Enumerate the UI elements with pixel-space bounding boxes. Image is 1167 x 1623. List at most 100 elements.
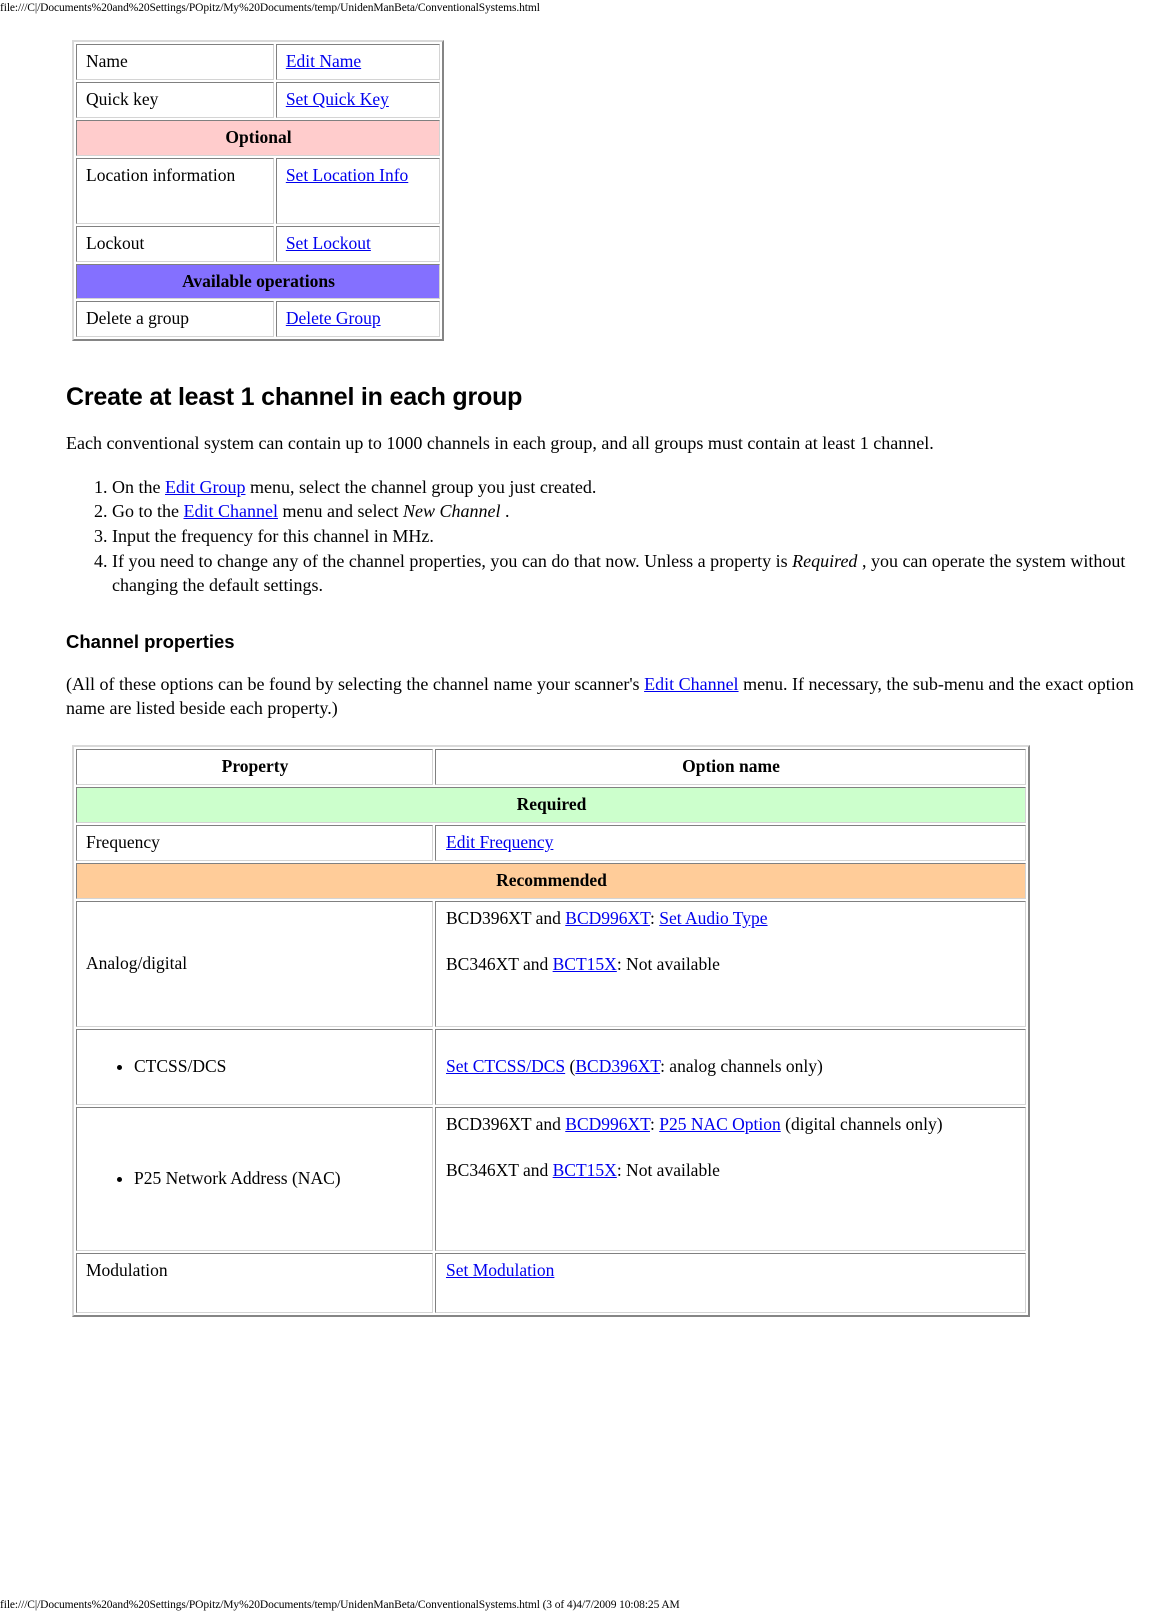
link-set-audio-type[interactable]: Set Audio Type [659, 908, 767, 928]
link-edit-channel-step[interactable]: Edit Channel [184, 501, 278, 521]
table-row: P25 Network Address (NAC) BCD396XT and B… [76, 1106, 1026, 1251]
step-1-before: On the [112, 476, 165, 497]
paragraph-channel-properties-note: (All of these options can be found by se… [66, 673, 1136, 720]
list-item: P25 Network Address (NAC) [134, 1168, 424, 1190]
step-2-italic: New Channel [402, 501, 501, 522]
document-content: Name Edit Name Quick key Set Quick Key O… [66, 40, 1136, 1317]
heading-channel-properties: Channel properties [66, 631, 235, 653]
link-edit-channel-note[interactable]: Edit Channel [644, 674, 738, 694]
channel-opt-analog-digital-cell: BCD396XT and BCD996XT: Set Audio Type BC… [435, 900, 1026, 1027]
channel-prop-frequency-label: Frequency [76, 824, 433, 861]
ad-l1-a: BCD396XT and [446, 907, 566, 928]
link-bct15x-p25[interactable]: BCT15X [553, 1160, 617, 1180]
list-item: On the Edit Group menu, select the chann… [112, 476, 1136, 500]
channel-opt-modulation-cell: Set Modulation [435, 1252, 1026, 1313]
analog-digital-line-1: BCD396XT and BCD996XT: Set Audio Type [446, 908, 1017, 930]
column-header-property: Property [76, 749, 433, 786]
step-1-after: menu, select the channel group you just … [245, 476, 597, 497]
channel-opt-p25-cell: BCD396XT and BCD996XT: P25 NAC Option (d… [435, 1106, 1026, 1251]
group-opt-delete-cell: Delete Group [275, 301, 440, 338]
link-bcd996xt-p25[interactable]: BCD996XT [565, 1114, 650, 1134]
link-set-modulation[interactable]: Set Modulation [446, 1260, 554, 1280]
p25-l2-b: : Not available [616, 1159, 720, 1180]
browser-print-footer-url: file:///C|/Documents%20and%20Settings/PO… [0, 1599, 680, 1611]
table-row: Analog/digital BCD396XT and BCD996XT: Se… [76, 900, 1026, 1027]
step-2-before: Go to the [112, 501, 184, 522]
table-header-row: Property Option name [76, 749, 1026, 786]
table-section-row-required: Required [76, 787, 1026, 823]
channel-prop-p25-cell: P25 Network Address (NAC) [76, 1106, 433, 1251]
ctcss-label: CTCSS/DCS [134, 1055, 227, 1076]
link-bcd996xt-audio[interactable]: BCD996XT [565, 908, 650, 928]
steps-list: On the Edit Group menu, select the chann… [66, 476, 1136, 598]
group-prop-delete-label: Delete a group [76, 301, 274, 338]
step-4-before: If you need to change any of the channel… [112, 550, 793, 571]
p25-l2-a: BC346XT and [446, 1159, 553, 1180]
link-set-lockout[interactable]: Set Lockout [286, 233, 371, 253]
ctcss-tail: : analog channels only) [660, 1055, 823, 1076]
section-header-required: Required [76, 787, 1026, 823]
table-section-row-available-operations: Available operations [76, 263, 440, 300]
step-3-text: Input the frequency for this channel in … [112, 526, 434, 547]
group-opt-name-cell: Edit Name [275, 44, 440, 80]
ctcss-bullet-list: CTCSS/DCS [86, 1056, 424, 1078]
table-section-row-recommended: Recommended [76, 862, 1026, 899]
column-header-option-name: Option name [435, 749, 1026, 786]
link-bcd396xt-ctcss[interactable]: BCD396XT [575, 1056, 660, 1076]
section-header-optional: Optional [76, 119, 440, 156]
link-edit-group[interactable]: Edit Group [165, 477, 246, 497]
table-row: Name Edit Name [76, 44, 440, 80]
group-opt-location-cell: Set Location Info [275, 157, 440, 224]
p25-l1-b: : [649, 1113, 660, 1134]
channel-properties-table: Property Option name Required Frequency … [72, 745, 1030, 1317]
group-prop-quickkey-label: Quick key [76, 81, 274, 118]
list-item: CTCSS/DCS [134, 1056, 424, 1078]
table-row: Modulation Set Modulation [76, 1252, 1026, 1313]
group-opt-lockout-cell: Set Lockout [275, 225, 440, 262]
link-delete-group[interactable]: Delete Group [286, 308, 381, 328]
section-header-recommended: Recommended [76, 862, 1026, 899]
table-row: Location information Set Location Info [76, 157, 440, 224]
channel-prop-ctcss-cell: CTCSS/DCS [76, 1028, 433, 1105]
link-edit-frequency[interactable]: Edit Frequency [446, 832, 553, 852]
list-item: Go to the Edit Channel menu and select N… [112, 500, 1136, 524]
link-set-location-info[interactable]: Set Location Info [286, 165, 408, 185]
group-opt-quickkey-cell: Set Quick Key [275, 81, 440, 118]
note-before: (All of these options can be found by se… [66, 674, 645, 695]
p25-bullet-list: P25 Network Address (NAC) [86, 1168, 424, 1190]
channel-opt-ctcss-cell: Set CTCSS/DCS (BCD396XT: analog channels… [435, 1028, 1026, 1105]
ad-l2-a: BC346XT and [446, 953, 553, 974]
p25-label: P25 Network Address (NAC) [134, 1167, 341, 1188]
group-prop-name-label: Name [76, 44, 274, 80]
ad-l2-b: : Not available [616, 953, 720, 974]
group-prop-lockout-label: Lockout [76, 225, 274, 262]
p25-line-2: BC346XT and BCT15X: Not available [446, 1160, 1017, 1182]
paragraph-intro: Each conventional system can contain up … [66, 433, 934, 454]
table-row: CTCSS/DCS Set CTCSS/DCS (BCD396XT: analo… [76, 1028, 1026, 1105]
link-set-quick-key[interactable]: Set Quick Key [286, 89, 389, 109]
channel-prop-modulation-label: Modulation [76, 1252, 433, 1313]
step-4-italic: Required [792, 550, 858, 571]
list-item: Input the frequency for this channel in … [112, 525, 1136, 549]
ad-l1-b: : [649, 907, 660, 928]
list-item: If you need to change any of the channel… [112, 550, 1136, 598]
channel-opt-frequency-cell: Edit Frequency [435, 824, 1026, 861]
browser-print-header-url: file:///C|/Documents%20and%20Settings/PO… [0, 2, 540, 14]
group-prop-location-label: Location information [76, 157, 274, 224]
table-row: Lockout Set Lockout [76, 225, 440, 262]
analog-digital-line-2: BC346XT and BCT15X: Not available [446, 954, 1017, 976]
group-properties-table: Name Edit Name Quick key Set Quick Key O… [72, 40, 444, 342]
link-set-ctcss-dcs[interactable]: Set CTCSS/DCS [446, 1056, 565, 1076]
p25-l1-a: BCD396XT and [446, 1113, 566, 1134]
link-p25-nac-option[interactable]: P25 NAC Option [659, 1114, 781, 1134]
step-2-after: menu and select [277, 501, 403, 522]
table-section-row-optional: Optional [76, 119, 440, 156]
table-row: Frequency Edit Frequency [76, 824, 1026, 861]
link-edit-name[interactable]: Edit Name [286, 51, 361, 71]
link-bct15x-audio[interactable]: BCT15X [553, 954, 617, 974]
ctcss-mid: ( [565, 1055, 576, 1076]
p25-l1-c: (digital channels only) [780, 1113, 943, 1134]
table-row: Delete a group Delete Group [76, 301, 440, 338]
table-row: Quick key Set Quick Key [76, 81, 440, 118]
channel-prop-analog-digital-label: Analog/digital [76, 900, 433, 1027]
